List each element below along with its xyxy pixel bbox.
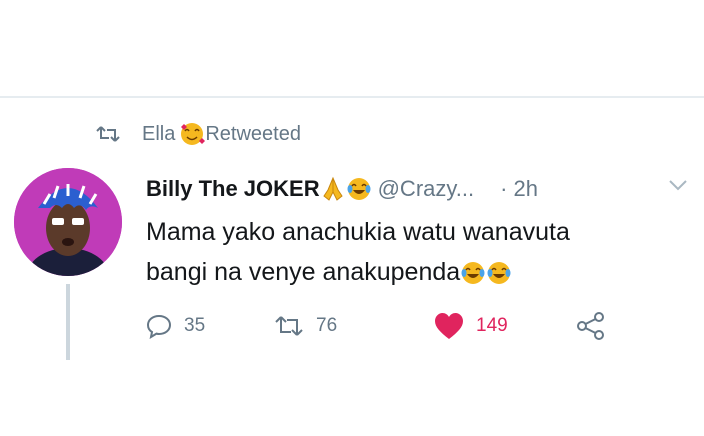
heart-icon: [435, 313, 463, 339]
avatar-image: [14, 168, 122, 276]
display-name[interactable]: Billy The JOKER: [146, 176, 320, 202]
retweet-icon: [96, 126, 120, 142]
folded-hands-emoji: [322, 176, 343, 201]
tweet-text-line-2-wrapper: bangi na venye anakupenda: [146, 252, 686, 292]
retweet-icon: [275, 316, 303, 336]
retweet-count: 76: [316, 315, 338, 336]
top-blank-area: [0, 0, 704, 96]
tweet-text: Mama yako anachukia watu wanavuta bangi …: [146, 212, 686, 292]
tweet-text-line-1: Mama yako anachukia watu wanavuta: [146, 218, 570, 246]
chevron-down-icon[interactable]: [668, 178, 688, 192]
face-with-tears-of-joy-emoji: [347, 178, 371, 200]
reply-count: 35: [184, 315, 206, 336]
share-button[interactable]: [576, 308, 618, 344]
smiling-face-with-hearts-emoji: [181, 123, 206, 145]
like-count: 149: [476, 315, 508, 336]
tweet-actions: 35 76 149: [146, 308, 626, 344]
face-with-tears-of-joy-emoji: [487, 262, 511, 285]
retweeter-name[interactable]: Ella: [142, 123, 175, 146]
avatar[interactable]: [14, 168, 122, 276]
tweet-card[interactable]: Ella Retweeted Billy The JOKER @Crazy...…: [0, 98, 704, 436]
tweet-header: Billy The JOKER @Crazy... · 2h: [146, 174, 538, 204]
retweeted-label: Retweeted: [205, 122, 301, 145]
tweet-text-line-2: bangi na venye anakupenda: [146, 258, 461, 286]
tweet-timestamp[interactable]: · 2h: [500, 176, 538, 202]
reply-button[interactable]: 35: [146, 308, 205, 344]
like-button[interactable]: 149: [434, 308, 508, 344]
face-with-tears-of-joy-emoji: [461, 262, 485, 285]
retweet-button[interactable]: 76: [274, 308, 337, 344]
thread-line: [66, 284, 70, 360]
retweet-context: Ella Retweeted: [96, 120, 301, 148]
user-handle[interactable]: @Crazy...: [378, 176, 475, 202]
share-icon: [577, 312, 604, 340]
reply-icon: [146, 314, 172, 339]
